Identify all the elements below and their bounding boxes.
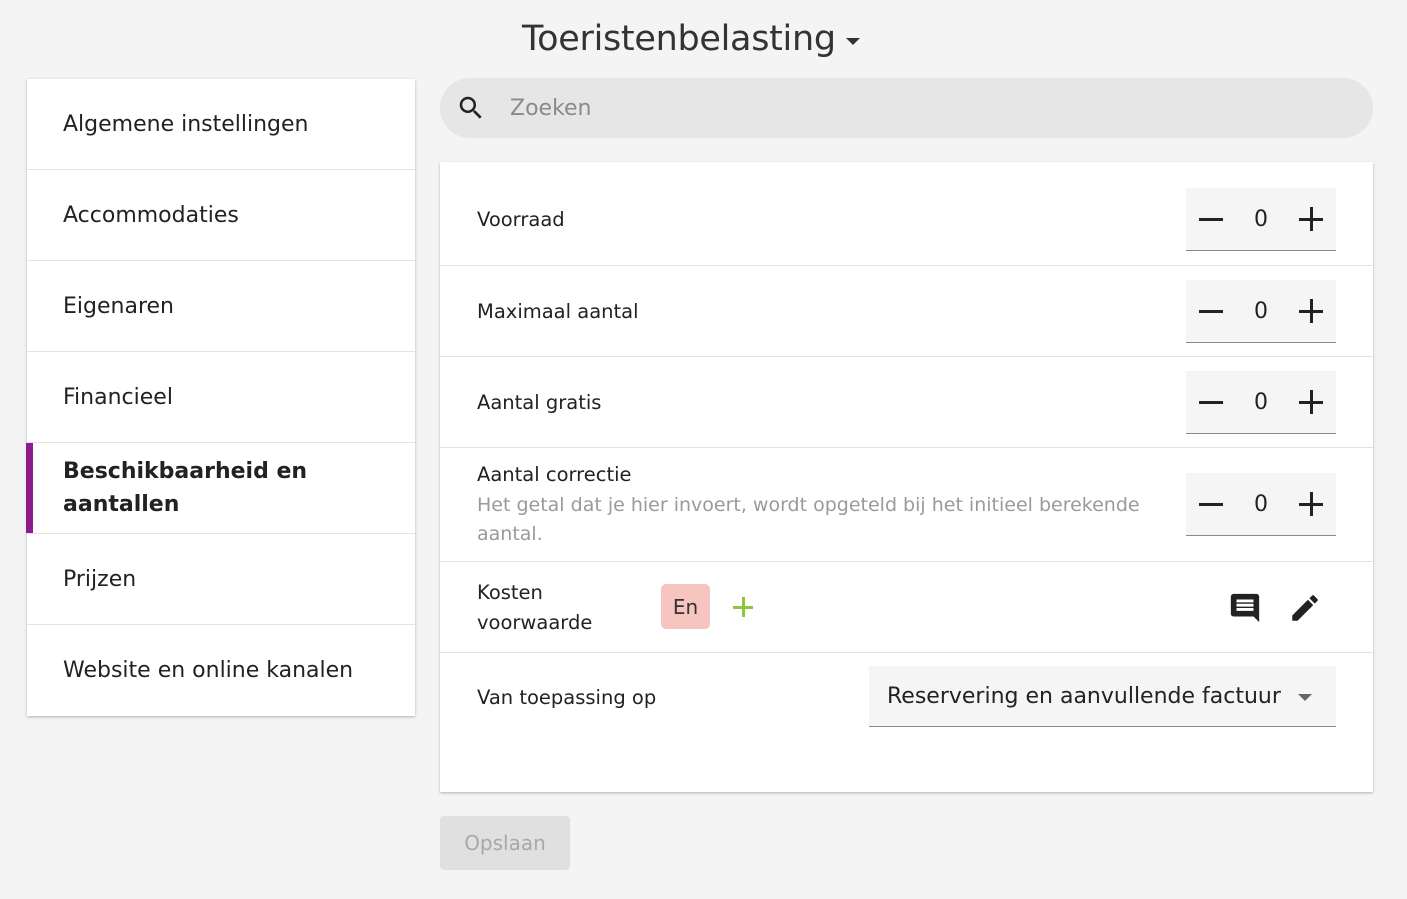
language-badge[interactable]: En <box>661 584 710 629</box>
quantity-stepper: 0 <box>1186 473 1336 536</box>
caret-down-icon <box>845 37 860 45</box>
pencil-icon[interactable] <box>1288 591 1322 625</box>
apply-to-select[interactable]: Reservering en aanvullende factuur <box>869 666 1336 727</box>
row-label-line: Kosten <box>477 581 543 604</box>
sidebar-item-website[interactable]: Website en online kanalen <box>27 625 415 716</box>
row-van-toepassing-op: Van toepassing op Reservering en aanvull… <box>440 653 1373 744</box>
page: Toeristenbelasting Algemene instellingen… <box>0 0 1407 899</box>
sidebar: Algemene instellingen Accommodaties Eige… <box>26 79 415 716</box>
settings-card: Voorraad 0 Maximaal aantal 0 Aantal grat… <box>440 162 1373 792</box>
active-indicator <box>26 443 33 533</box>
sidebar-item-beschikbaarheid[interactable]: Beschikbaarheid en aantallen <box>26 443 415 534</box>
decrement-button[interactable] <box>1198 298 1224 324</box>
search-bar[interactable] <box>440 78 1373 138</box>
row-label: Aantal gratis <box>477 391 602 414</box>
decrement-button[interactable] <box>1198 389 1224 415</box>
sidebar-item-label: Algemene instellingen <box>63 111 309 137</box>
stepper-value[interactable]: 0 <box>1241 299 1281 324</box>
sidebar-item-eigenaren[interactable]: Eigenaren <box>27 261 415 352</box>
quantity-stepper: 0 <box>1186 371 1336 434</box>
sidebar-item-label: Prijzen <box>63 566 137 592</box>
decrement-button[interactable] <box>1198 491 1224 517</box>
row-label-line: voorwaarde <box>477 611 593 634</box>
help-text: Het getal dat je hier invoert, wordt opg… <box>477 494 1140 545</box>
row-label: Voorraad <box>477 208 565 231</box>
increment-button[interactable] <box>1298 389 1324 415</box>
page-title-dropdown[interactable]: Toeristenbelasting <box>522 16 860 62</box>
sidebar-item-label: Website en online kanalen <box>63 658 354 683</box>
row-label: Aantal correctie <box>477 463 632 486</box>
increment-button[interactable] <box>1298 491 1324 517</box>
stepper-value[interactable]: 0 <box>1241 390 1281 415</box>
comment-icon[interactable] <box>1228 591 1262 625</box>
sidebar-item-financieel[interactable]: Financieel <box>27 352 415 443</box>
caret-down-icon <box>1298 694 1312 701</box>
quantity-stepper: 0 <box>1186 280 1336 343</box>
sidebar-item-algemene-instellingen[interactable]: Algemene instellingen <box>27 79 415 170</box>
page-title: Toeristenbelasting <box>522 19 836 59</box>
row-label: Maximaal aantal <box>477 300 639 323</box>
sidebar-item-label: Financieel <box>63 384 173 410</box>
sidebar-item-label: Accommodaties <box>63 202 239 228</box>
sidebar-item-accommodaties[interactable]: Accommodaties <box>27 170 415 261</box>
sidebar-item-label: Beschikbaarheid en aantallen <box>63 459 308 517</box>
select-value: Reservering en aanvullende factuur <box>887 683 1281 709</box>
row-label: Van toepassing op <box>477 686 657 709</box>
row-label: Kosten voorwaarde <box>477 578 592 638</box>
stepper-value[interactable]: 0 <box>1241 492 1281 517</box>
quantity-stepper: 0 <box>1186 188 1336 251</box>
search-icon[interactable] <box>454 91 488 125</box>
row-maximaal-aantal: Maximaal aantal 0 <box>440 266 1373 357</box>
row-aantal-gratis: Aantal gratis 0 <box>440 357 1373 448</box>
increment-button[interactable] <box>1298 206 1324 232</box>
row-aantal-correctie: Aantal correctie Het getal dat je hier i… <box>440 448 1373 562</box>
stepper-value[interactable]: 0 <box>1241 207 1281 232</box>
sidebar-item-prijzen[interactable]: Prijzen <box>27 534 415 625</box>
sidebar-item-label: Eigenaren <box>63 293 174 319</box>
row-kosten-voorwaarde: Kosten voorwaarde En <box>440 562 1373 653</box>
decrement-button[interactable] <box>1198 206 1224 232</box>
plus-icon[interactable] <box>730 594 756 620</box>
search-input[interactable] <box>510 95 1330 121</box>
increment-button[interactable] <box>1298 298 1324 324</box>
row-voorraad: Voorraad 0 <box>440 162 1373 266</box>
save-button[interactable]: Opslaan <box>440 816 570 870</box>
